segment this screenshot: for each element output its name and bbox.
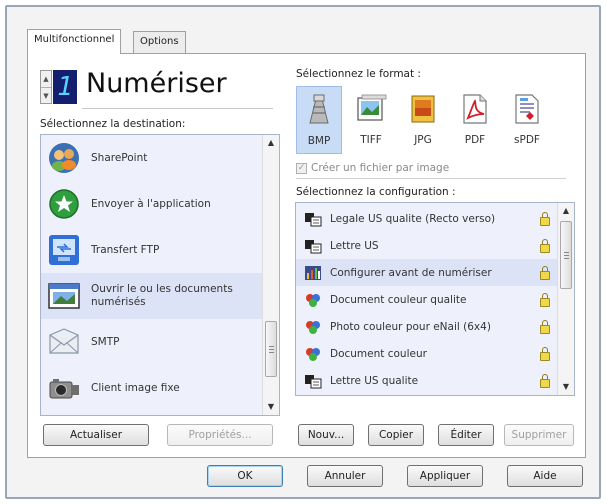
dest-item-open-documents[interactable]: Ouvrir le ou les documents numérisés — [41, 273, 263, 319]
format-tiff-label: TIFF — [360, 134, 382, 146]
apply-button[interactable]: Appliquer — [407, 465, 483, 487]
config-item-label: Lettre US — [330, 239, 379, 252]
cancel-button[interactable]: Annuler — [307, 465, 383, 487]
still-image-camera-icon — [47, 371, 81, 405]
lock-icon — [540, 292, 550, 307]
config-item[interactable]: Document couleur — [296, 340, 558, 367]
configuration-list[interactable]: Legale US qualite (Recto verso) Lettre U… — [295, 202, 575, 396]
properties-button[interactable]: Propriétés... — [167, 424, 273, 446]
ftp-transfer-icon — [47, 233, 81, 267]
destination-scrollbar[interactable]: ▲ ▼ — [262, 135, 279, 415]
tab-panel: ▲ ▼ 1 Numériser Sélectionnez la destinat… — [27, 53, 586, 458]
color-doc-icon — [304, 319, 322, 335]
configuration-label: Sélectionnez la configuration : — [296, 186, 456, 198]
dest-item-sharepoint[interactable]: SharePoint — [41, 135, 263, 181]
config-item[interactable]: Legale US qualite (Recto verso) — [296, 205, 558, 232]
format-bmp-label: BMP — [307, 135, 331, 147]
config-item[interactable]: Document couleur qualite — [296, 286, 558, 313]
scan-settings-window: Multifonctionnel Options ▲ ▼ 1 Numériser… — [5, 5, 601, 499]
checkbox-label: Créer un fichier par image — [311, 162, 450, 174]
new-button[interactable]: Nouv... — [298, 424, 354, 446]
config-item[interactable]: Configurer avant de numériser — [296, 259, 558, 286]
bmp-icon — [302, 93, 336, 127]
one-file-per-image-option[interactable]: ✓ Créer un fichier par image — [296, 162, 449, 174]
config-item-label: Document couleur qualite — [330, 293, 467, 306]
format-bmp[interactable]: BMP — [296, 86, 342, 154]
dest-item-label: Envoyer à l'application — [91, 197, 211, 210]
lock-icon — [540, 373, 550, 388]
spdf-icon — [510, 92, 544, 126]
scrollbar-thumb[interactable] — [265, 321, 277, 377]
dest-item-label: Ouvrir le ou les documents numérisés — [91, 283, 233, 308]
destination-list[interactable]: SharePoint Envoyer à l'application Trans… — [40, 134, 280, 416]
page-title: Numériser — [86, 68, 227, 99]
config-item-label: Legale US qualite (Recto verso) — [330, 212, 496, 225]
format-pdf-label: PDF — [464, 134, 486, 146]
config-item[interactable]: Photo couleur pour eNail (6x4) — [296, 313, 558, 340]
scroll-down-icon[interactable]: ▼ — [263, 399, 279, 415]
refresh-button[interactable]: Actualiser — [43, 424, 149, 446]
dest-item-label: SMTP — [91, 335, 120, 348]
tab-options[interactable]: Options — [133, 31, 186, 53]
counter-spinner[interactable]: ▲ ▼ — [40, 70, 52, 104]
smtp-mail-icon — [47, 325, 81, 359]
config-item[interactable]: Lettre US qualite — [296, 367, 558, 394]
scroll-down-icon[interactable]: ▼ — [558, 379, 574, 395]
spinner-up-icon[interactable]: ▲ — [41, 71, 51, 87]
dest-item-label: SharePoint — [91, 151, 148, 164]
color-doc-icon — [304, 346, 322, 362]
dest-item-still-image[interactable]: Client image fixe — [41, 365, 263, 411]
lock-icon — [540, 211, 550, 226]
config-item[interactable]: Lettre US — [296, 232, 558, 259]
spinner-down-icon[interactable]: ▼ — [41, 87, 51, 103]
dest-item-label: Transfert FTP — [91, 243, 160, 256]
scroll-up-icon[interactable]: ▲ — [263, 135, 279, 151]
send-to-app-icon — [47, 187, 81, 221]
dest-item-send-to-app[interactable]: Envoyer à l'application — [41, 181, 263, 227]
destination-label: Sélectionnez la destination: — [40, 118, 186, 130]
ok-button[interactable]: OK — [207, 465, 283, 487]
format-spdf-label: sPDF — [514, 134, 540, 146]
pdf-icon — [458, 92, 492, 126]
format-jpg[interactable]: JPG — [400, 86, 446, 154]
scanner-icon — [304, 211, 322, 227]
tiff-icon — [354, 92, 388, 126]
configuration-scrollbar[interactable]: ▲ ▼ — [557, 203, 574, 395]
sharepoint-icon — [47, 141, 81, 175]
lock-icon — [540, 346, 550, 361]
config-item-label: Configurer avant de numériser — [330, 266, 492, 279]
copy-button[interactable]: Copier — [368, 424, 424, 446]
button-number-display: 1 — [53, 70, 77, 104]
scrollbar-thumb[interactable] — [560, 221, 572, 289]
lock-icon — [540, 265, 550, 280]
one-file-per-image-checkbox[interactable]: ✓ — [296, 162, 307, 174]
format-spdf[interactable]: sPDF — [504, 86, 550, 154]
config-item-label: Photo couleur pour eNail (6x4) — [330, 320, 491, 333]
format-pdf[interactable]: PDF — [452, 86, 498, 154]
dest-item-label: Client image fixe — [91, 381, 180, 394]
configure-icon — [304, 265, 322, 281]
help-button[interactable]: Aide — [507, 465, 583, 487]
format-label: Sélectionnez le format : — [296, 68, 421, 80]
color-doc-icon — [304, 292, 322, 308]
edit-button[interactable]: Éditer — [438, 424, 494, 446]
scanner-icon — [304, 238, 322, 254]
title-divider — [82, 108, 273, 109]
dest-item-smtp[interactable]: SMTP — [41, 319, 263, 365]
scroll-up-icon[interactable]: ▲ — [558, 203, 574, 219]
format-tiff[interactable]: TIFF — [348, 86, 394, 154]
open-document-icon — [47, 279, 81, 313]
scanner-icon — [304, 373, 322, 389]
lock-icon — [540, 319, 550, 334]
format-divider — [296, 178, 566, 179]
config-item-label: Document couleur — [330, 347, 427, 360]
tab-multifonctionnel[interactable]: Multifonctionnel — [27, 29, 122, 54]
dest-item-ftp[interactable]: Transfert FTP — [41, 227, 263, 273]
format-jpg-label: JPG — [414, 134, 432, 146]
config-item-label: Lettre US qualite — [330, 374, 419, 387]
jpg-icon — [406, 92, 440, 126]
lock-icon — [540, 238, 550, 253]
delete-button[interactable]: Supprimer — [504, 424, 574, 446]
